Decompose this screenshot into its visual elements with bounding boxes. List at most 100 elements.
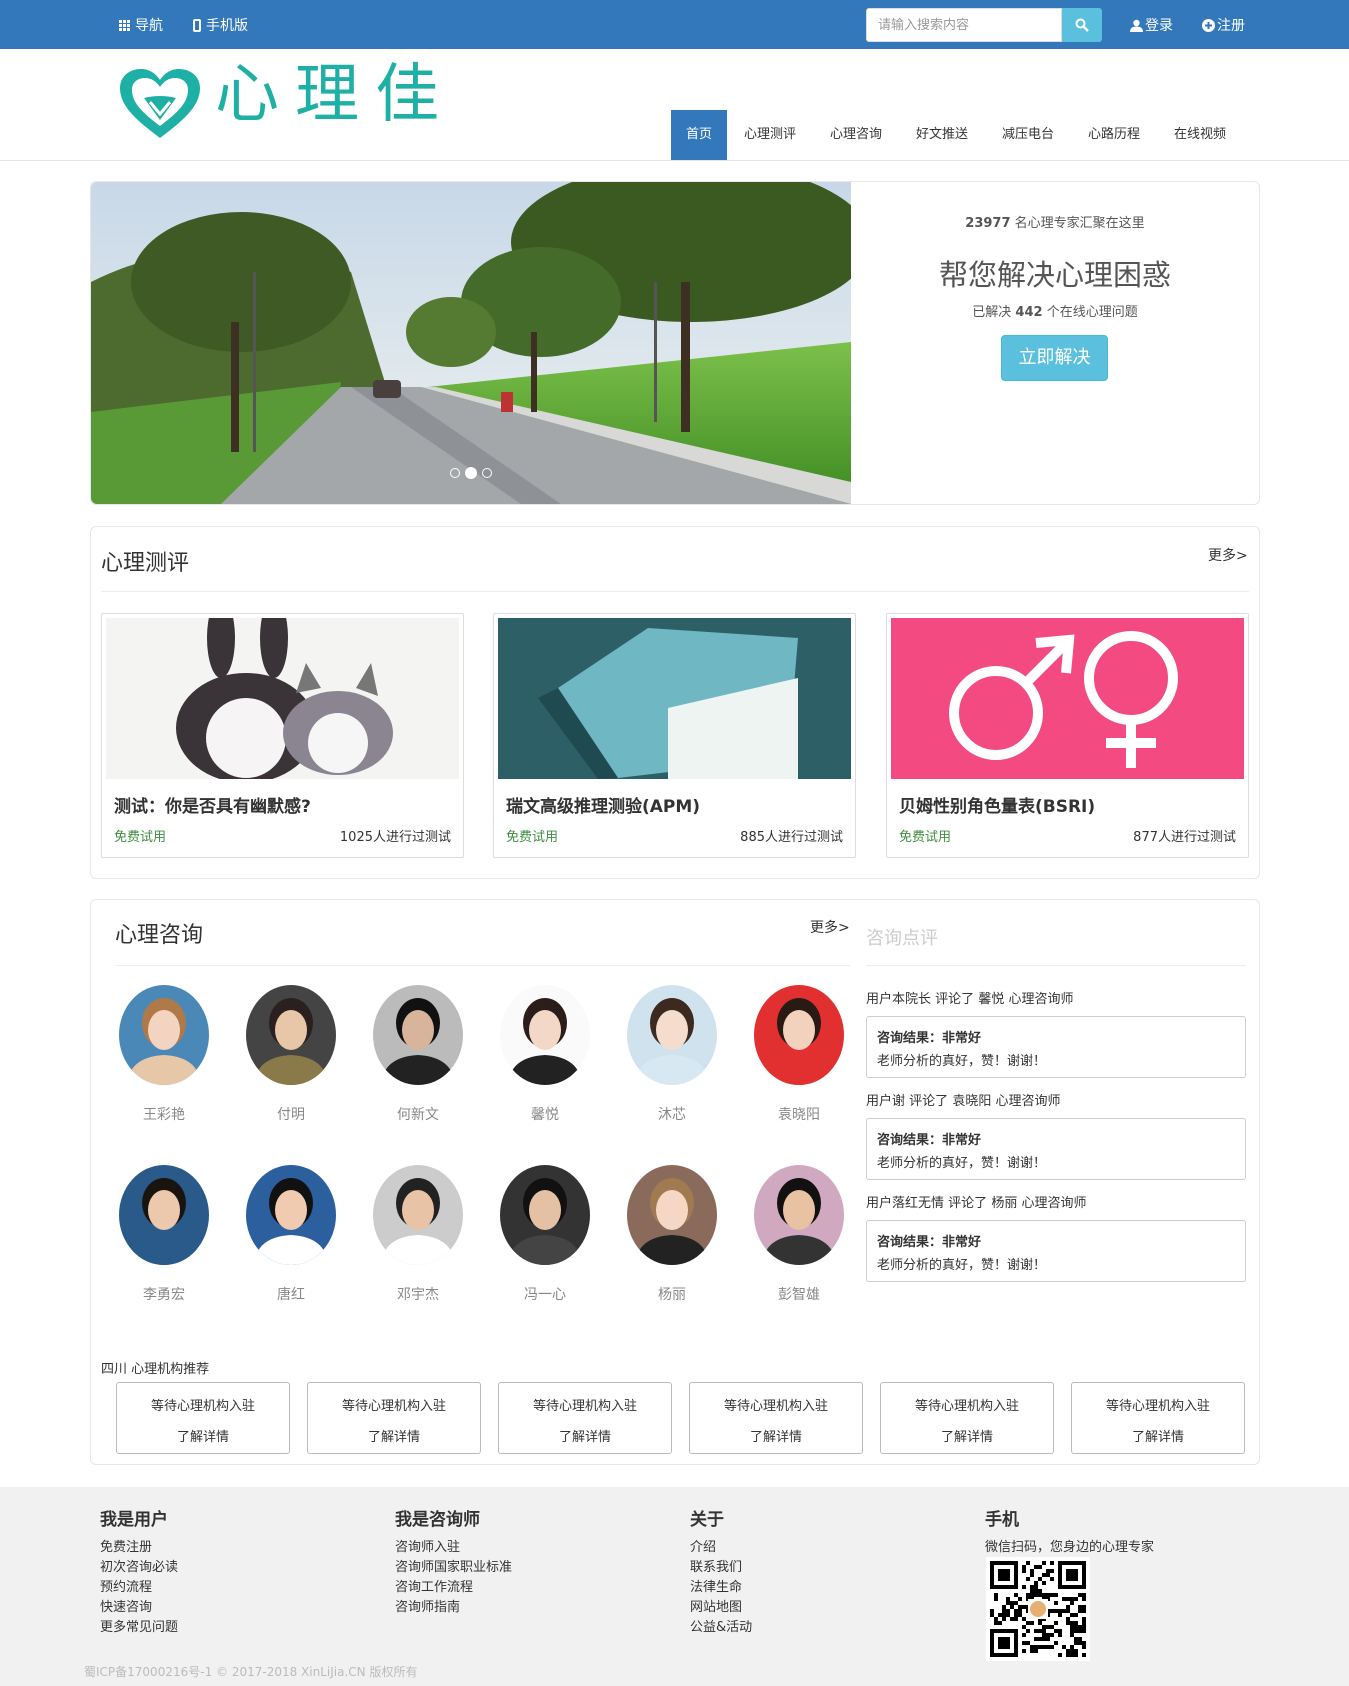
- institution-card[interactable]: 等待心理机构入驻 了解详情: [116, 1382, 290, 1454]
- review-user[interactable]: 用户落红无情: [866, 1196, 944, 1211]
- footer-link[interactable]: 联系我们: [690, 1558, 752, 1578]
- counselor-avatar[interactable]: [500, 1165, 590, 1265]
- reviews-title: 咨询点评: [866, 928, 938, 949]
- logo-heart-icon[interactable]: [118, 68, 202, 144]
- counselor-avatar[interactable]: [246, 985, 336, 1085]
- plus-circle-icon: [1202, 18, 1215, 32]
- top-bar: 导航 手机版 登录 注册: [0, 0, 1349, 49]
- footer-link[interactable]: 网站地图: [690, 1598, 752, 1618]
- counselor-name[interactable]: 杨丽: [608, 1284, 736, 1304]
- review-counselor[interactable]: 袁晓阳: [952, 1094, 991, 1109]
- search-button[interactable]: [1062, 8, 1102, 42]
- nav-item-home[interactable]: 首页: [671, 110, 728, 160]
- footer-link[interactable]: 咨询师国家职业标准: [395, 1558, 512, 1578]
- review-role: 心理咨询师: [1008, 992, 1074, 1007]
- institution-card[interactable]: 等待心理机构入驻 了解详情: [880, 1382, 1054, 1454]
- test-count: 885人进行过测试: [740, 830, 843, 845]
- institution-detail-link[interactable]: 了解详情: [499, 1426, 671, 1445]
- solved-count-line: 已解决 442 个在线心理问题: [851, 301, 1259, 320]
- counselor-name[interactable]: 付明: [227, 1104, 355, 1124]
- counselor-name[interactable]: 王彩艳: [100, 1104, 228, 1124]
- carousel-dot[interactable]: [450, 468, 460, 478]
- nav-item-video[interactable]: 在线视频: [1159, 110, 1241, 160]
- nav-item-journey[interactable]: 心路历程: [1073, 110, 1155, 160]
- nav-item-assessment[interactable]: 心理测评: [729, 110, 811, 160]
- institution-card[interactable]: 等待心理机构入驻 了解详情: [1071, 1382, 1245, 1454]
- hero-carousel-image[interactable]: [91, 182, 851, 504]
- counselor-name[interactable]: 李勇宏: [100, 1284, 228, 1304]
- institution-detail-link[interactable]: 了解详情: [1072, 1426, 1244, 1445]
- counselor-avatar[interactable]: [754, 985, 844, 1085]
- counselor-name[interactable]: 馨悦: [481, 1104, 609, 1124]
- counselor-avatar[interactable]: [500, 985, 590, 1085]
- review-user[interactable]: 用户本院长: [866, 992, 931, 1007]
- solve-now-button[interactable]: 立即解决: [1001, 335, 1108, 381]
- test-card-image: [891, 618, 1244, 779]
- nav-menu-link[interactable]: 导航: [119, 15, 163, 35]
- free-trial-label: 免费试用: [114, 830, 167, 845]
- review-counselor[interactable]: 馨悦: [978, 992, 1004, 1007]
- footer-link[interactable]: 预约流程: [100, 1578, 178, 1598]
- consulting-title: 心理咨询: [115, 923, 204, 948]
- register-link[interactable]: 注册: [1202, 15, 1245, 35]
- footer-link[interactable]: 初次咨询必读: [100, 1558, 178, 1578]
- review-counselor[interactable]: 杨丽: [991, 1196, 1017, 1211]
- footer-link[interactable]: 公益&活动: [690, 1618, 752, 1638]
- test-card[interactable]: 贝姆性别角色量表(BSRI) 免费试用 877人进行过测试: [886, 613, 1249, 858]
- counselor-name[interactable]: 沐芯: [608, 1104, 736, 1124]
- consulting-more-link[interactable]: 更多>: [810, 917, 850, 937]
- nav-item-consulting[interactable]: 心理咨询: [815, 110, 897, 160]
- counselor-avatar[interactable]: [119, 985, 209, 1085]
- counselor-avatar[interactable]: [119, 1165, 209, 1265]
- divider: [115, 965, 850, 966]
- footer-link[interactable]: 更多常见问题: [100, 1618, 178, 1638]
- counselor-avatar[interactable]: [754, 1165, 844, 1265]
- review-user[interactable]: 用户谢: [866, 1094, 905, 1109]
- footer-col-about: 关于 介绍 联系我们 法律生命 网站地图 公益&活动: [690, 1505, 752, 1638]
- institution-detail-link[interactable]: 了解详情: [117, 1426, 289, 1445]
- carousel-dot-active[interactable]: [465, 467, 477, 479]
- institution-detail-link[interactable]: 了解详情: [881, 1426, 1053, 1445]
- counselor-avatar[interactable]: [627, 1165, 717, 1265]
- counselor-avatar[interactable]: [373, 1165, 463, 1265]
- footer-link[interactable]: 法律生命: [690, 1578, 752, 1598]
- test-card-title[interactable]: 贝姆性别角色量表(BSRI): [899, 792, 1095, 817]
- test-card-title[interactable]: 瑞文高级推理测验(APM): [506, 792, 700, 817]
- logo-text[interactable]: 心理佳: [215, 63, 455, 127]
- institution-card[interactable]: 等待心理机构入驻 了解详情: [689, 1382, 863, 1454]
- footer-link[interactable]: 咨询师指南: [395, 1598, 512, 1618]
- test-card[interactable]: 测试：你是否具有幽默感? 免费试用 1025人进行过测试: [101, 613, 464, 858]
- counselor-name[interactable]: 彭智雄: [735, 1284, 863, 1304]
- assessment-more-link[interactable]: 更多>: [1208, 545, 1248, 565]
- institution-detail-link[interactable]: 了解详情: [690, 1426, 862, 1445]
- institution-card[interactable]: 等待心理机构入驻 了解详情: [307, 1382, 481, 1454]
- footer-link[interactable]: 咨询工作流程: [395, 1578, 512, 1598]
- carousel-dot[interactable]: [482, 468, 492, 478]
- test-card-title[interactable]: 测试：你是否具有幽默感?: [114, 792, 311, 817]
- divider: [101, 591, 1249, 592]
- review-comment: 老师分析的真好，赞！谢谢！: [877, 1054, 1047, 1069]
- counselor-avatar[interactable]: [627, 985, 717, 1085]
- test-count: 1025人进行过测试: [339, 830, 451, 845]
- nav-item-radio[interactable]: 减压电台: [987, 110, 1069, 160]
- footer-link[interactable]: 免费注册: [100, 1538, 178, 1558]
- counselor-name[interactable]: 何新文: [354, 1104, 482, 1124]
- mobile-version-link[interactable]: 手机版: [193, 15, 248, 35]
- footer-link[interactable]: 咨询师入驻: [395, 1538, 512, 1558]
- test-count: 877人进行过测试: [1133, 830, 1236, 845]
- footer-link[interactable]: 介绍: [690, 1538, 752, 1558]
- institution-card[interactable]: 等待心理机构入驻 了解详情: [498, 1382, 672, 1454]
- login-link[interactable]: 登录: [1130, 15, 1173, 35]
- nav-item-articles[interactable]: 好文推送: [901, 110, 983, 160]
- search-input[interactable]: [866, 8, 1062, 42]
- counselor-name[interactable]: 冯一心: [481, 1284, 609, 1304]
- counselor-avatar[interactable]: [373, 985, 463, 1085]
- mobile-version-label: 手机版: [206, 18, 248, 34]
- counselor-name[interactable]: 袁晓阳: [735, 1104, 863, 1124]
- footer-link[interactable]: 快速咨询: [100, 1598, 178, 1618]
- counselor-name[interactable]: 唐红: [227, 1284, 355, 1304]
- counselor-name[interactable]: 邓宇杰: [354, 1284, 482, 1304]
- test-card[interactable]: 瑞文高级推理测验(APM) 免费试用 885人进行过测试: [493, 613, 856, 858]
- institution-detail-link[interactable]: 了解详情: [308, 1426, 480, 1445]
- counselor-avatar[interactable]: [246, 1165, 336, 1265]
